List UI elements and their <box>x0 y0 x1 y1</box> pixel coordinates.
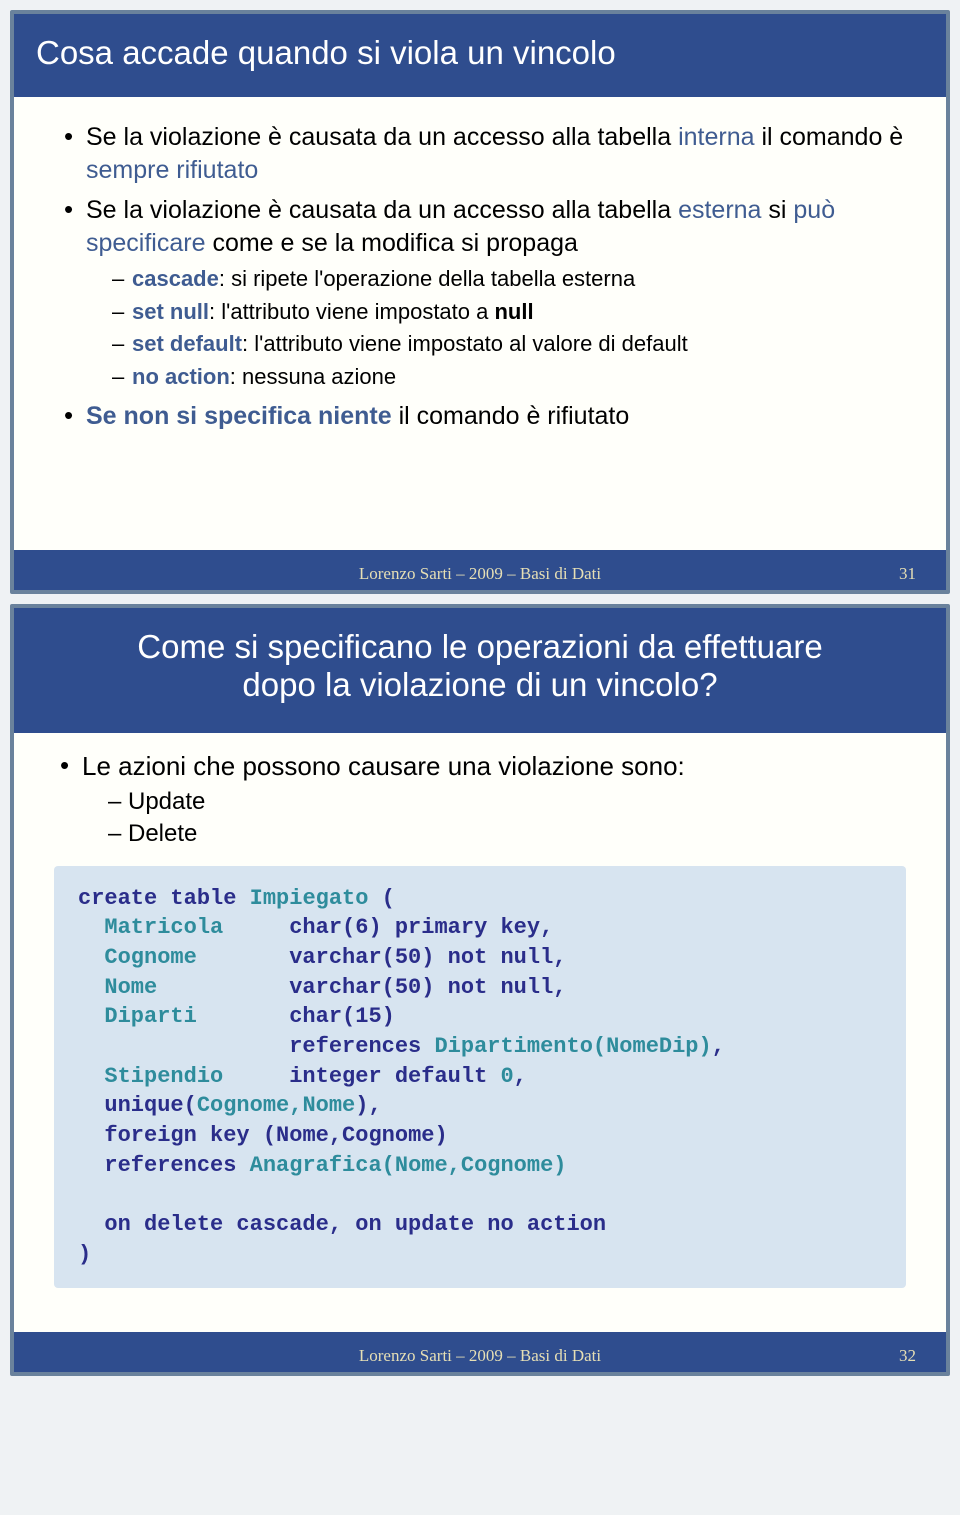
sp <box>78 1153 104 1178</box>
kw: ), <box>355 1093 381 1118</box>
page-number: 32 <box>899 1346 916 1366</box>
slide-body: Se la violazione è causata da un accesso… <box>14 97 946 460</box>
bullet-3: Se non si specifica niente il comando è … <box>64 400 906 433</box>
kw: set default <box>132 331 242 356</box>
kw: char(15) <box>289 1004 395 1029</box>
kw: no action <box>132 364 230 389</box>
text: si <box>761 196 793 224</box>
kw: ) <box>78 1242 91 1267</box>
kw: , <box>514 1064 527 1089</box>
slide-footer: Lorenzo Sarti – 2009 – Basi di Dati 32 <box>14 1342 946 1372</box>
kw: references <box>289 1034 434 1059</box>
sub-setdefault: set default: l'attributo viene impostato… <box>112 330 906 359</box>
kw: , <box>712 1034 725 1059</box>
title-line1: Come si specificano le operazioni da eff… <box>36 626 924 667</box>
text: come e se la modifica si propaga <box>206 229 578 257</box>
text: : si ripete l'operazione della tabella e… <box>219 266 635 291</box>
sub-delete: Delete <box>108 820 910 848</box>
sub-update: Update <box>108 788 910 816</box>
kw: on delete cascade, on update no action <box>78 1212 606 1237</box>
slide-title: Come si specificano le operazioni da eff… <box>14 608 946 733</box>
nm: Nome <box>78 975 289 1000</box>
kw: unique( <box>104 1093 196 1118</box>
kw: references <box>104 1153 249 1178</box>
nm: Impiegato <box>250 886 382 911</box>
text: : l'attributo viene impostato al valore … <box>242 331 688 356</box>
text-sempre: sempre rifiutato <box>86 156 258 184</box>
bullet-2: Se la violazione è causata da un accesso… <box>64 194 906 391</box>
text: : l'attributo viene impostato a <box>209 299 494 324</box>
nm: Matricola <box>78 915 289 940</box>
nm: Diparti <box>78 1004 289 1029</box>
slide-32: Come si specificano le operazioni da eff… <box>10 604 950 1375</box>
text: il comando è rifiutato <box>392 402 630 430</box>
kw: (Nome,Cognome) <box>263 1123 448 1148</box>
footer-text: Lorenzo Sarti – 2009 – Basi di Dati <box>359 1346 601 1365</box>
separator-bar <box>14 550 946 560</box>
separator-bar <box>14 1332 946 1342</box>
text-interna: interna <box>678 123 754 151</box>
text: il comando è <box>755 123 904 151</box>
title-text: Cosa accade quando si viola un vincolo <box>36 34 616 71</box>
text: Se la violazione è causata da un accesso… <box>86 123 678 151</box>
slide-31: Cosa accade quando si viola un vincolo S… <box>10 10 950 594</box>
kw: create table <box>78 886 250 911</box>
nm: Dipartimento(NomeDip) <box>434 1034 711 1059</box>
sp <box>78 1123 104 1148</box>
sub-setnull: set null: l'attributo viene impostato a … <box>112 298 906 327</box>
slide-title: Cosa accade quando si viola un vincolo <box>14 14 946 97</box>
bullet-1: Le azioni che possono causare una violaz… <box>60 751 910 848</box>
text: Se la violazione è causata da un accesso… <box>86 196 678 224</box>
slide-body: Le azioni che possono causare una violaz… <box>14 733 946 1312</box>
nm: 0 <box>500 1064 513 1089</box>
nm: Cognome <box>78 945 289 970</box>
text-bold: Se non si specifica niente <box>86 402 392 430</box>
footer-text: Lorenzo Sarti – 2009 – Basi di Dati <box>359 564 601 583</box>
sql-code-block: create table Impiegato ( Matricola char(… <box>54 866 906 1288</box>
kw: varchar(50) not null, <box>289 945 566 970</box>
title-line2: dopo la violazione di un vincolo? <box>36 664 924 705</box>
sp <box>78 1034 289 1059</box>
nm: Cognome,Nome <box>197 1093 355 1118</box>
kw: null <box>494 299 533 324</box>
sub-noaction: no action: nessuna azione <box>112 363 906 392</box>
kw: char(6) primary key, <box>289 915 553 940</box>
bullet-1: Se la violazione è causata da un accesso… <box>64 121 906 186</box>
sub-cascade: cascade: si ripete l'operazione della ta… <box>112 265 906 294</box>
page-number: 31 <box>899 564 916 584</box>
kw: set null <box>132 299 209 324</box>
kw: ( <box>382 886 395 911</box>
text: Le azioni che possono causare una violaz… <box>82 751 685 781</box>
spacer <box>14 460 946 530</box>
kw: varchar(50) not null, <box>289 975 566 1000</box>
text-esterna: esterna <box>678 196 761 224</box>
nm: Stipendio <box>78 1064 289 1089</box>
kw: integer default <box>289 1064 500 1089</box>
sp <box>78 1093 104 1118</box>
nm: Anagrafica(Nome,Cognome) <box>250 1153 567 1178</box>
slide-footer: Lorenzo Sarti – 2009 – Basi di Dati 31 <box>14 560 946 590</box>
kw: foreign key <box>104 1123 262 1148</box>
text: : nessuna azione <box>230 364 396 389</box>
kw: cascade <box>132 266 219 291</box>
